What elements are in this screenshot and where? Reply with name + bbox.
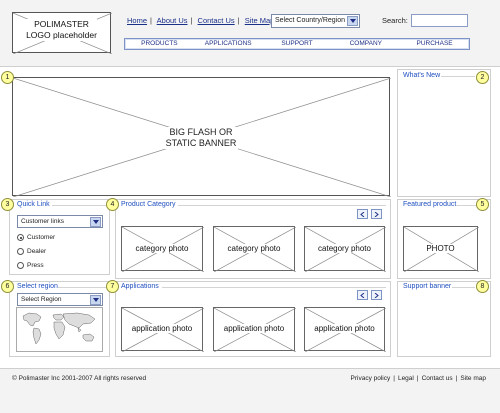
nav-item-purchase[interactable]: PURCHASE (400, 39, 469, 49)
applications-title: Applications (121, 283, 159, 290)
section-badge: 8 (476, 280, 489, 293)
section-badge: 3 (1, 198, 14, 211)
application-photo-label: application photo (305, 324, 384, 333)
dropdown-button[interactable] (347, 16, 358, 26)
select-region-value: Select Region (21, 296, 62, 303)
nav-item-support[interactable]: SUPPORT (263, 39, 332, 49)
divider (456, 205, 476, 206)
section-badge: 7 (106, 280, 119, 293)
link-separator: | (393, 375, 395, 382)
application-photo-label: application photo (214, 324, 294, 333)
application-photo[interactable]: application photo (213, 307, 296, 352)
select-region-title: Select region (17, 283, 58, 290)
main-banner[interactable]: BIG FLASH OR STATIC BANNER (12, 77, 391, 197)
logo-text: POLIMASTER LOGO placeholder (26, 19, 97, 41)
footer-links: Privacy policy | Legal | Contact us | Site map (351, 375, 486, 382)
site-map-footer-link[interactable]: Site map (460, 375, 486, 382)
category-photo[interactable]: category photo (121, 226, 204, 272)
chevron-down-icon (93, 220, 99, 224)
chevron-left-icon (360, 293, 365, 298)
radio-icon[interactable] (17, 248, 24, 255)
country-select-value: Select Country/Region (275, 17, 346, 24)
section-badge: 4 (106, 198, 119, 211)
link-separator: | (455, 375, 458, 382)
copyright-text: © Polimaster Inc 2001-2007 All rights re… (12, 375, 147, 382)
nav-item-applications[interactable]: APPLICATIONS (194, 39, 263, 49)
radio-label: Customer (27, 234, 56, 241)
whats-new-title[interactable]: What's New (403, 72, 440, 79)
nav-item-products[interactable]: PRODUCTS (125, 39, 194, 49)
main-nav: PRODUCTS APPLICATIONS SUPPORT COMPANY PU… (124, 38, 470, 50)
top-links: Home| About Us| Contact Us| Site Map| (127, 16, 282, 25)
search-input[interactable] (411, 14, 468, 27)
contact-us-link[interactable]: Contact Us (198, 16, 235, 25)
application-photo-label: application photo (122, 324, 202, 333)
home-link[interactable]: Home (127, 16, 147, 25)
chevron-left-icon (360, 212, 365, 217)
customer-links-value: Customer links (21, 218, 64, 225)
featured-photo-label: PHOTO (404, 244, 477, 253)
radio-customer[interactable]: Customer (17, 234, 97, 243)
contact-us-footer-link[interactable]: Contact us (422, 375, 453, 382)
banner-label: BIG FLASH OR STATIC BANNER (163, 127, 239, 149)
divider (441, 76, 475, 77)
dropdown-button[interactable] (90, 217, 101, 227)
prev-button[interactable] (357, 290, 368, 300)
search-label: Search: (382, 16, 408, 25)
divider (52, 205, 106, 206)
radio-label: Dealer (27, 248, 47, 255)
whats-new-panel (397, 69, 491, 197)
section-badge: 6 (1, 280, 14, 293)
category-photo-label: category photo (122, 244, 202, 253)
world-map-icon (22, 312, 96, 345)
about-us-link[interactable]: About Us (157, 16, 188, 25)
nav-item-company[interactable]: COMPANY (331, 39, 400, 49)
radio-press[interactable]: Press (17, 262, 97, 271)
next-button[interactable] (371, 209, 382, 219)
category-photo[interactable]: category photo (304, 226, 386, 272)
link-separator: | (190, 16, 193, 25)
divider (162, 287, 386, 288)
application-photo[interactable]: application photo (121, 307, 204, 352)
radio-label: Press (27, 262, 44, 269)
divider (452, 287, 475, 288)
divider (58, 287, 106, 288)
support-banner-title: Support banner (403, 283, 452, 290)
chevron-down-icon (350, 19, 356, 23)
site-map-link[interactable]: Site Map (245, 16, 275, 25)
privacy-policy-link[interactable]: Privacy policy (351, 375, 391, 382)
logo-placeholder[interactable]: POLIMASTER LOGO placeholder (12, 12, 112, 54)
featured-product-photo[interactable]: PHOTO (403, 226, 479, 272)
chevron-right-icon (374, 212, 379, 217)
link-separator: | (237, 16, 240, 25)
dropdown-button[interactable] (90, 295, 101, 305)
section-badge: 2 (476, 71, 489, 84)
radio-selected-icon[interactable] (17, 234, 24, 241)
legal-link[interactable]: Legal (398, 375, 414, 382)
support-banner-panel[interactable] (397, 281, 491, 357)
radio-dealer[interactable]: Dealer (17, 248, 97, 257)
category-photo-label: category photo (305, 244, 384, 253)
application-photo[interactable]: application photo (304, 307, 386, 352)
category-photo-label: category photo (214, 244, 294, 253)
chevron-down-icon (93, 298, 99, 302)
customer-links-select[interactable]: Customer links (17, 215, 103, 228)
section-badge: 5 (476, 198, 489, 211)
section-badge: 1 (1, 71, 14, 84)
product-category-title: Product Category (121, 201, 176, 208)
divider (178, 205, 386, 206)
link-separator: | (150, 16, 152, 25)
featured-product-title: Featured product (403, 201, 457, 208)
link-separator: | (416, 375, 419, 382)
country-region-select[interactable]: Select Country/Region (271, 14, 360, 28)
next-button[interactable] (371, 290, 382, 300)
category-photo[interactable]: category photo (213, 226, 296, 272)
chevron-right-icon (374, 293, 379, 298)
radio-icon[interactable] (17, 262, 24, 269)
quick-link-title: Quick Link (17, 201, 50, 208)
select-region-dropdown[interactable]: Select Region (17, 293, 103, 306)
prev-button[interactable] (357, 209, 368, 219)
world-map[interactable] (16, 307, 103, 352)
